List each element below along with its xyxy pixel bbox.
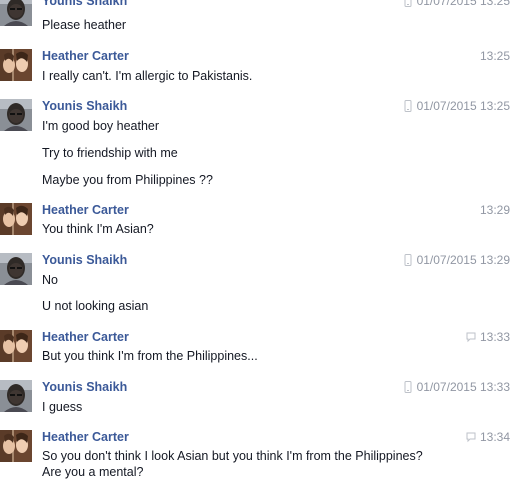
- chat-bubble-icon: [466, 431, 476, 443]
- message-text: U not looking asian: [42, 299, 149, 313]
- message-text: Try to friendship with me: [42, 146, 178, 160]
- sender-name[interactable]: Younis Shaikh: [42, 99, 127, 113]
- avatar[interactable]: [0, 380, 32, 412]
- sender-name[interactable]: Heather Carter: [42, 430, 129, 444]
- avatar[interactable]: [0, 99, 32, 131]
- message-text: No: [42, 273, 58, 287]
- message-meta: 01/07/2015 13:33: [403, 380, 510, 394]
- timestamp: 01/07/2015 13:29: [416, 253, 510, 267]
- timestamp: 13:33: [479, 330, 510, 344]
- message-text: I'm good boy heather: [42, 119, 160, 133]
- sender-name[interactable]: Younis Shaikh: [42, 0, 127, 8]
- mobile-icon: [403, 100, 413, 112]
- timestamp: 13:25: [479, 49, 510, 63]
- sender-name[interactable]: Heather Carter: [42, 203, 129, 217]
- sender-name[interactable]: Heather Carter: [42, 49, 129, 63]
- timestamp: 01/07/2015 13:25: [416, 99, 510, 113]
- avatar[interactable]: [0, 430, 32, 462]
- message-meta: 01/07/2015 13:25: [403, 99, 510, 113]
- avatar[interactable]: [0, 49, 32, 81]
- sender-name[interactable]: Heather Carter: [42, 330, 129, 344]
- timestamp: 01/07/2015 13:25: [416, 0, 510, 8]
- message-text: I really can't. I'm allergic to Pakistan…: [42, 69, 253, 83]
- message-meta: 13:25: [480, 49, 510, 63]
- avatar[interactable]: [0, 253, 32, 285]
- message-text: Please heather: [42, 18, 127, 32]
- message-meta: 13:29: [480, 203, 510, 217]
- mobile-icon: [403, 381, 413, 393]
- message-text: You think I'm Asian?: [42, 222, 154, 236]
- message-text: Maybe you from Philippines ??: [42, 173, 213, 187]
- timestamp: 13:34: [479, 430, 510, 444]
- mobile-icon: [403, 254, 413, 266]
- message-text: Are you a mental?: [42, 465, 144, 479]
- timestamp: 13:29: [479, 203, 510, 217]
- chat-bubble-icon: [466, 331, 476, 343]
- sender-name[interactable]: Younis Shaikh: [42, 253, 127, 267]
- message-meta: 13:33: [466, 330, 510, 344]
- message-text: So you don't think I look Asian but you …: [42, 449, 423, 463]
- message-text: I guess: [42, 400, 83, 414]
- sender-name[interactable]: Younis Shaikh: [42, 380, 127, 394]
- message-text: But you think I'm from the Philippines..…: [42, 349, 258, 363]
- message-meta: 01/07/2015 13:25: [403, 0, 510, 8]
- avatar[interactable]: [0, 203, 32, 235]
- message-meta: 01/07/2015 13:29: [403, 253, 510, 267]
- timestamp: 01/07/2015 13:33: [416, 380, 510, 394]
- mobile-icon: [403, 0, 413, 7]
- avatar[interactable]: [0, 330, 32, 362]
- message-meta: 13:34: [466, 430, 510, 444]
- avatar[interactable]: [0, 0, 32, 26]
